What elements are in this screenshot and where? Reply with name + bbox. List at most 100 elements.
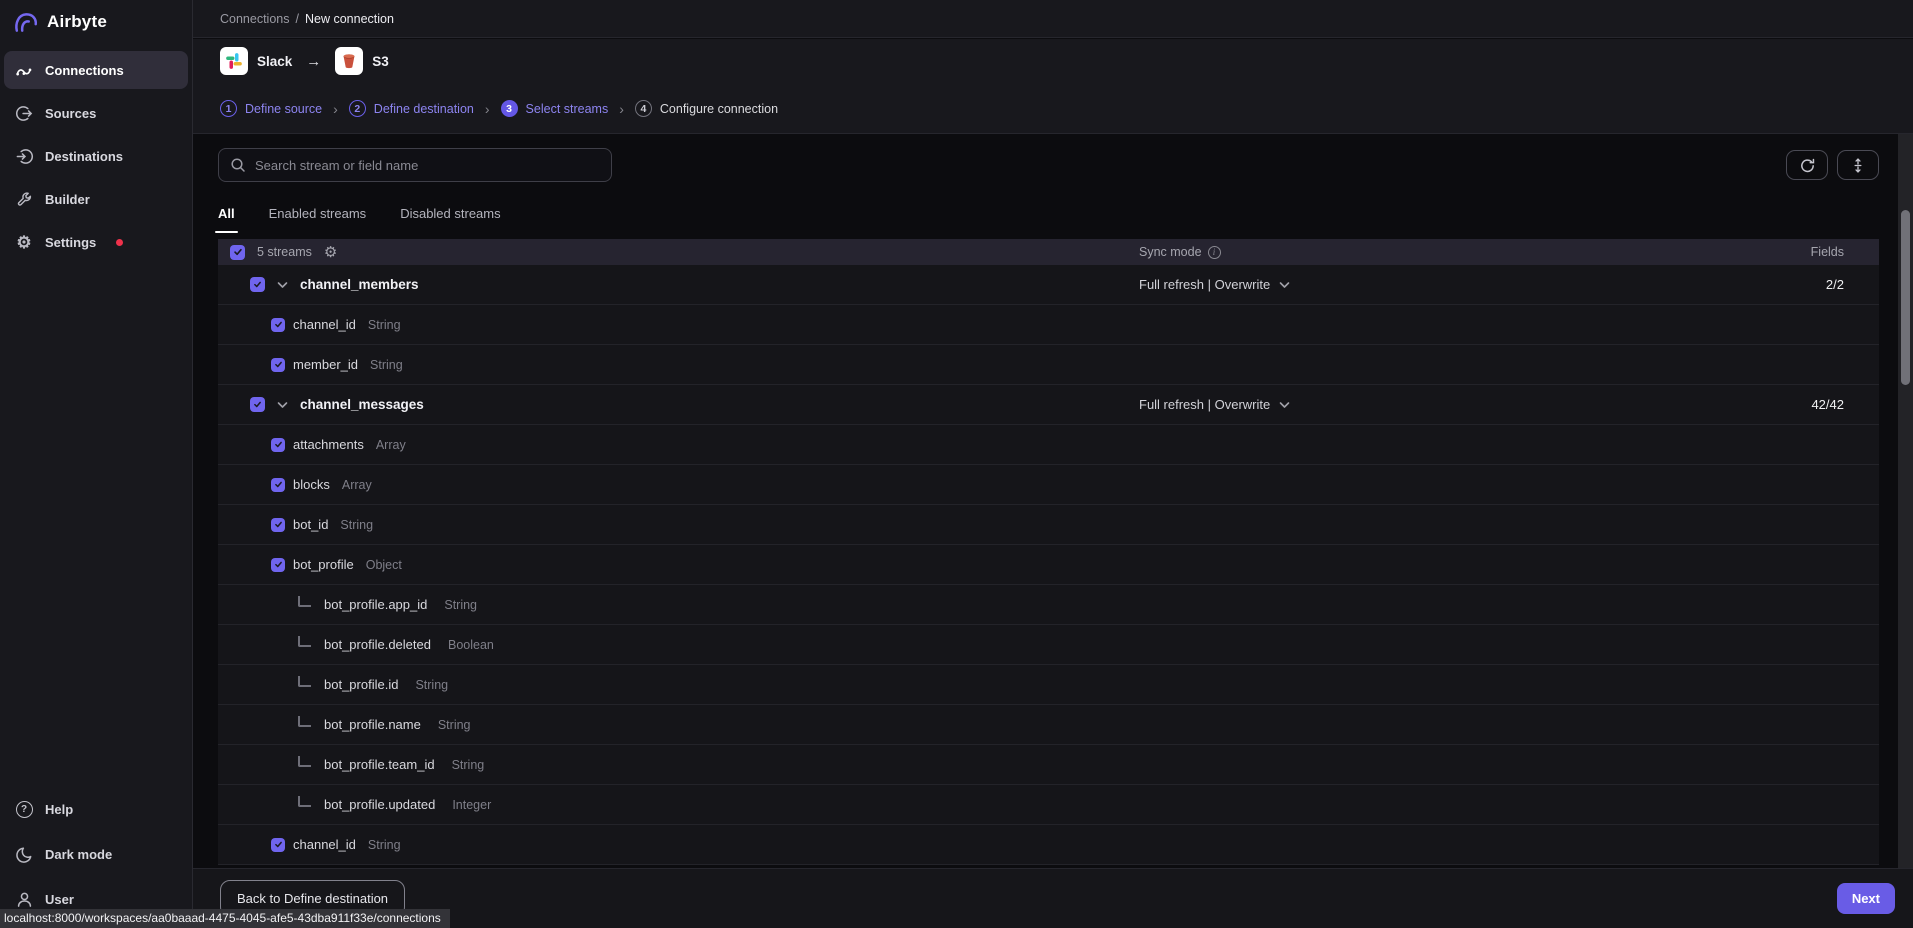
expand-collapse-all-button[interactable] [1837,150,1879,180]
row-checkbox[interactable] [271,518,285,532]
table-row[interactable]: bot_profile.deletedBoolean [218,625,1879,665]
sidebar: Airbyte Connections Sources [0,0,193,928]
table-row[interactable]: bot_profile.updated Integer [218,785,1879,825]
step-define-source[interactable]: 1 Define source [220,100,322,117]
table-row[interactable]: bot_profile.nameString [218,705,1879,745]
sidebar-bottom: ? Help Dark mode User [0,790,192,918]
table-row[interactable]: bot_idString [218,505,1879,545]
step-number: 1 [220,100,237,117]
sidebar-item-help[interactable]: ? Help [4,790,188,828]
sync-mode-cell[interactable]: Full refresh | Overwrite [1139,277,1779,292]
sidebar-item-connections[interactable]: Connections [4,51,188,89]
sync-mode-dropdown-chevron-icon[interactable] [1279,281,1290,289]
table-row[interactable]: blocksArray [218,465,1879,505]
table-row[interactable]: bot_profile.team_idString [218,745,1879,785]
app-title: Airbyte [47,12,107,32]
destinations-icon [14,146,34,166]
row-checkbox[interactable] [271,438,285,452]
row-checkbox[interactable] [271,558,285,572]
select-all-checkbox[interactable] [230,245,245,260]
field-type: String [452,758,485,772]
sidebar-item-label: Builder [45,192,90,207]
sidebar-item-label: User [45,892,74,907]
row-checkbox[interactable] [271,358,285,372]
tab-all[interactable]: All [218,206,235,233]
table-row[interactable]: bot_profileObject [218,545,1879,585]
breadcrumb-parent[interactable]: Connections [220,12,290,26]
tab-disabled-streams[interactable]: Disabled streams [400,206,500,233]
table-row[interactable]: channel_idString [218,825,1879,865]
table-row[interactable]: channel_membersFull refresh | Overwrite2… [218,265,1879,305]
field-type: String [340,518,373,532]
row-checkbox[interactable] [250,397,265,412]
field-name: bot_profile.updated [324,797,435,812]
sidebar-item-settings[interactable]: ⚙ Settings [4,223,188,261]
field-name: bot_profile.id [324,677,398,692]
link-preview-statusbar: localhost:8000/workspaces/aa0baaad-4475-… [0,909,450,928]
refresh-schema-button[interactable] [1786,150,1828,180]
app-logo[interactable]: Airbyte [0,0,192,43]
airbyte-logo-icon [13,9,39,35]
tab-enabled-streams[interactable]: Enabled streams [269,206,367,233]
row-checkbox[interactable] [271,318,285,332]
sync-mode-dropdown-chevron-icon[interactable] [1279,401,1290,409]
field-type: Array [342,478,372,492]
moon-icon [14,844,34,864]
field-name: bot_profile.deleted [324,637,431,652]
user-icon [14,889,34,909]
table-row[interactable]: channel_messagesFull refresh | Overwrite… [218,385,1879,425]
tree-branch-icon [298,596,311,607]
streams-table: 5 streams ⚙ Sync mode i Fields channel_m… [218,239,1879,865]
breadcrumb-current: New connection [305,12,394,26]
field-type: Integer [452,798,491,812]
next-button[interactable]: Next [1837,883,1895,914]
step-number: 2 [349,100,366,117]
info-icon[interactable]: i [1208,246,1221,259]
table-row[interactable]: member_idString [218,345,1879,385]
stream-expand-chevron-icon[interactable] [277,401,288,409]
streams-count-label: 5 streams [257,245,312,259]
step-label: Define source [245,102,322,116]
stream-expand-chevron-icon[interactable] [277,281,288,289]
table-row[interactable]: bot_profile.app_idString [218,585,1879,625]
step-label: Define destination [374,102,474,116]
sidebar-item-label: Help [45,802,73,817]
streams-table-header: 5 streams ⚙ Sync mode i Fields [218,239,1879,265]
sidebar-item-label: Dark mode [45,847,112,862]
connection-title: Slack → S3 [220,47,389,75]
fields-count-cell: 42/42 [1779,397,1879,412]
row-checkbox[interactable] [250,277,265,292]
table-row[interactable]: attachmentsArray [218,425,1879,465]
step-configure-connection[interactable]: 4 Configure connection [635,100,778,117]
field-type: String [444,598,477,612]
table-row[interactable]: bot_profile.idString [218,665,1879,705]
sidebar-item-destinations[interactable]: Destinations [4,137,188,175]
streams-panel: All Enabled streams Disabled streams 5 s… [193,134,1913,868]
fields-column-label: Fields [1779,245,1879,259]
row-checkbox[interactable] [271,838,285,852]
s3-icon [335,47,363,75]
search-input[interactable] [255,158,600,173]
step-select-streams[interactable]: 3 Select streams [501,100,609,117]
destination-name: S3 [372,54,389,69]
step-define-destination[interactable]: 2 Define destination [349,100,474,117]
sidebar-item-dark-mode[interactable]: Dark mode [4,835,188,873]
sync-mode-cell[interactable]: Full refresh | Overwrite [1139,397,1779,412]
sync-mode-value: Full refresh | Overwrite [1139,277,1270,292]
sidebar-item-label: Destinations [45,149,123,164]
scrollbar-thumb[interactable] [1901,210,1910,385]
vertical-scrollbar[interactable] [1898,134,1913,868]
sync-mode-column-label: Sync mode [1139,245,1202,259]
table-settings-gear-icon[interactable]: ⚙ [324,245,337,260]
sidebar-item-builder[interactable]: Builder [4,180,188,218]
connection-header: Slack → S3 1 Define source › 2 Define de… [193,39,1913,134]
field-name: member_id [293,357,358,372]
wizard-steps: 1 Define source › 2 Define destination ›… [220,100,778,117]
tree-branch-icon [298,756,311,767]
field-name: attachments [293,437,364,452]
table-row[interactable]: channel_idString [218,305,1879,345]
row-checkbox[interactable] [271,478,285,492]
search-box[interactable] [218,148,612,182]
chevron-right-icon: › [485,101,490,117]
sidebar-item-sources[interactable]: Sources [4,94,188,132]
